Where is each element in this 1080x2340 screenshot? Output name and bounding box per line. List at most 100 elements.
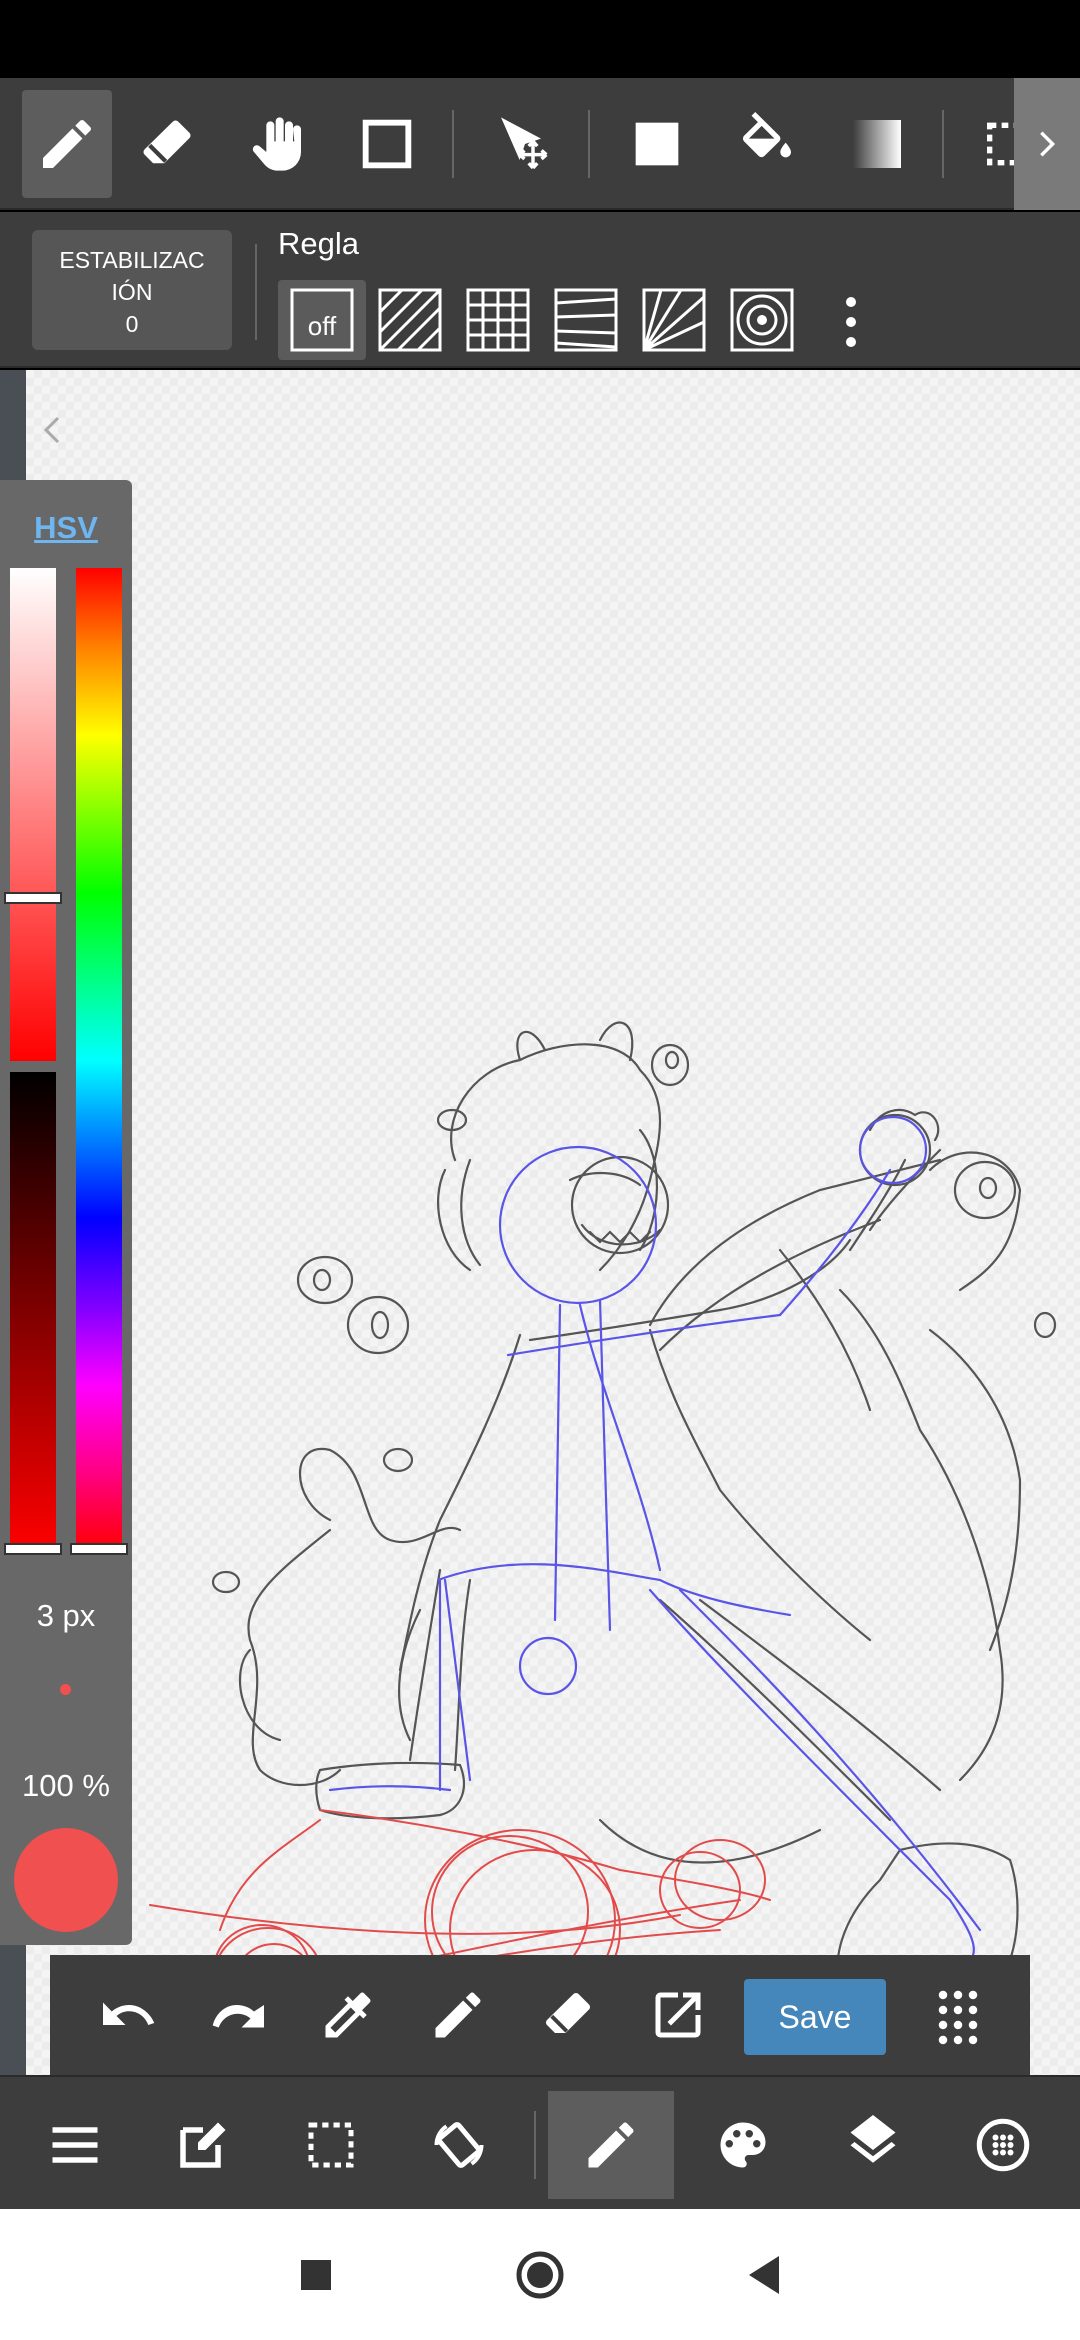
transform-button[interactable]: [636, 1973, 720, 2057]
gradient-icon: [853, 120, 901, 168]
saturation-slider[interactable]: [10, 568, 56, 1061]
selection-icon: [308, 2122, 354, 2168]
move-tool-button[interactable]: [480, 90, 570, 198]
rectangle-icon: [362, 119, 412, 169]
recents-button[interactable]: [280, 2239, 352, 2311]
bucket-tool-button[interactable]: [722, 90, 812, 198]
kebab-menu-icon: [846, 297, 856, 347]
quick-eraser-button[interactable]: [526, 1973, 610, 2057]
ruler-radial-button[interactable]: [630, 280, 718, 360]
home-button[interactable]: [504, 2239, 576, 2311]
back-button[interactable]: [728, 2239, 800, 2311]
eyedropper-icon: [325, 1992, 371, 2038]
toolbar-divider: [588, 110, 590, 178]
quickbar-grid-button[interactable]: [916, 1973, 1000, 2057]
menu-button[interactable]: [12, 2091, 138, 2199]
collapse-panel-button[interactable]: [36, 400, 76, 460]
toolbar-more-button[interactable]: [1014, 78, 1080, 210]
redo-icon: [212, 2005, 264, 2028]
stabilizer-value: 0: [125, 311, 139, 337]
palette-icon: [720, 2122, 766, 2168]
eraser-icon: [143, 120, 191, 164]
pen-tool-button[interactable]: [22, 90, 112, 198]
eraser-icon: [545, 1992, 591, 2033]
canvas-area: [0, 370, 1080, 2075]
undo-icon: [103, 2002, 155, 2025]
concentric-icon: [730, 288, 794, 352]
saturation-handle[interactable]: [4, 892, 62, 904]
current-color-swatch[interactable]: [14, 1828, 118, 1932]
brush-options-bar: ESTABILIZAC IÓN 0 Regla off: [0, 212, 1080, 368]
color-palette-button[interactable]: [680, 2091, 806, 2199]
transform-icon: [655, 1992, 701, 2038]
hue-slider[interactable]: [76, 568, 122, 1553]
square-icon: [301, 2260, 331, 2290]
brush-size-label[interactable]: 3 px: [0, 1598, 132, 1634]
opacity-label[interactable]: 100 %: [0, 1768, 132, 1804]
quick-action-bar: Save: [50, 1955, 1030, 2075]
move-icon: [501, 117, 548, 170]
perspective-icon: [554, 288, 618, 352]
ruler-off-text: off: [308, 311, 337, 341]
grid-dots-icon: [938, 1990, 978, 2045]
subbar-divider: [255, 244, 257, 340]
stabilizer-label-line1: ESTABILIZAC: [59, 247, 205, 273]
ruler-off-button[interactable]: off: [278, 280, 366, 360]
eraser-tool-button[interactable]: [122, 90, 212, 198]
quick-pen-button[interactable]: [416, 1973, 500, 2057]
pen-icon: [43, 119, 91, 168]
double-chevron-left-icon: [43, 416, 60, 444]
app-root: ESTABILIZAC IÓN 0 Regla off HSV 3 px 100…: [0, 0, 1080, 2340]
ruler-concentric-button[interactable]: [718, 280, 806, 360]
gradient-tool-button[interactable]: [832, 90, 922, 198]
grid-ruler-icon: [466, 288, 530, 352]
layers-button[interactable]: [810, 2091, 936, 2199]
chevron-right-icon: [1040, 131, 1056, 157]
brightness-handle[interactable]: [4, 1543, 62, 1555]
ruler-grid-button[interactable]: [454, 280, 542, 360]
circle-icon: [516, 2251, 564, 2299]
brightness-slider[interactable]: [10, 1072, 56, 1553]
ruler-parallel-button[interactable]: [366, 280, 454, 360]
hand-icon: [252, 117, 301, 171]
parallel-lines-icon: [378, 288, 442, 352]
material-icon: [976, 2118, 1030, 2172]
fill-square-tool-button[interactable]: [612, 90, 702, 198]
brush-button[interactable]: [548, 2091, 674, 2199]
edit-button[interactable]: [140, 2091, 266, 2199]
hand-tool-button[interactable]: [232, 90, 322, 198]
edit-icon: [180, 2122, 226, 2168]
stabilizer-label-line2: IÓN: [111, 279, 153, 305]
selection-button[interactable]: [268, 2091, 394, 2199]
ruler-off-icon: off: [290, 288, 354, 352]
pen-icon: [435, 1992, 481, 2038]
status-bar: [0, 0, 1080, 78]
more-options-button[interactable]: [836, 292, 866, 352]
undo-button[interactable]: [86, 1973, 170, 2057]
ruler-perspective-button[interactable]: [542, 280, 630, 360]
fill-square-icon: [635, 122, 679, 166]
toolbar-divider: [452, 110, 454, 178]
ruler-label: Regla: [278, 226, 359, 261]
redo-button[interactable]: [196, 1973, 280, 2057]
material-button[interactable]: [940, 2091, 1066, 2199]
eyedropper-button[interactable]: [306, 1973, 390, 2057]
hsv-mode-link[interactable]: HSV: [0, 510, 132, 546]
layers-icon: [850, 2115, 896, 2163]
tool-toolbar: [0, 78, 1080, 210]
blue-sketch-layer: [328, 1115, 992, 1972]
toolbar-divider: [942, 110, 944, 178]
back-triangle-icon: [749, 2256, 779, 2294]
radial-icon: [642, 288, 706, 352]
menu-icon: [52, 2127, 98, 2163]
save-button[interactable]: Save: [744, 1979, 886, 2055]
brush-size-preview: [60, 1684, 71, 1695]
bottom-navigation-bar: [0, 2075, 1080, 2209]
rectangle-tool-button[interactable]: [342, 90, 432, 198]
bucket-icon: [742, 112, 791, 158]
bottombar-divider: [534, 2111, 536, 2179]
stabilizer-button[interactable]: ESTABILIZAC IÓN 0: [32, 230, 232, 350]
rotate-canvas-button[interactable]: [396, 2091, 522, 2199]
hue-handle[interactable]: [70, 1543, 128, 1555]
gray-sketch-layer: [211, 1021, 1057, 2075]
